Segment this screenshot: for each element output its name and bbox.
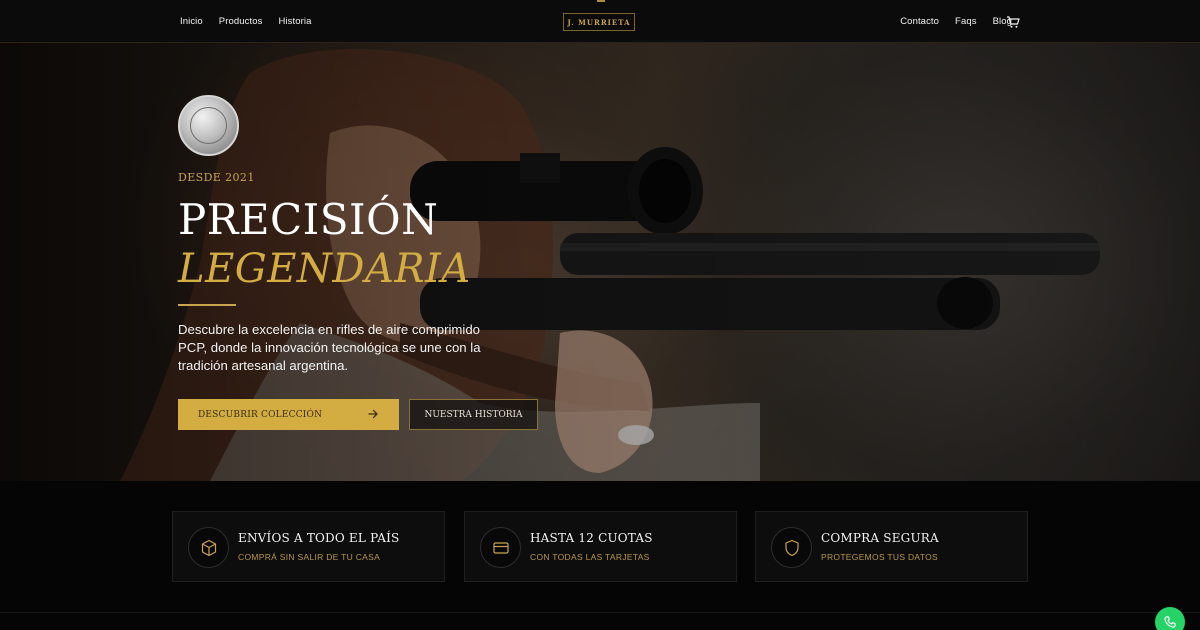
nav-link-historia[interactable]: Historia [278,16,311,27]
hero-eyebrow: DESDE 2021 [178,171,255,184]
hero-divider [178,304,236,306]
features-section: ENVÍOS A TODO EL PAÍS COMPRÁ SIN SALIR D… [0,481,1200,630]
feature-card-shipping: ENVÍOS A TODO EL PAÍS COMPRÁ SIN SALIR D… [172,511,445,582]
section-divider [0,612,1200,613]
badge-ring [190,107,227,144]
feature-title: COMPRA SEGURA [821,531,939,545]
nav-right-links: Contacto Faqs Blog [900,0,1012,43]
top-navbar: Inicio Productos Historia J. MURRIETA Co… [0,0,1200,43]
logo-accent [597,0,605,2]
nav-link-inicio[interactable]: Inicio [180,16,203,27]
cart-icon[interactable] [1006,15,1020,29]
whatsapp-icon [1164,616,1176,628]
credit-card-icon [492,541,509,554]
feature-title: ENVÍOS A TODO EL PAÍS [238,531,400,545]
shield-icon [784,539,799,556]
feature-card-secure: COMPRA SEGURA PROTEGEMOS TUS DATOS [755,511,1028,582]
heritage-seal-badge [178,95,239,156]
whatsapp-button[interactable] [1155,607,1185,630]
brand-logo-text: J. MURRIETA [567,17,631,27]
arrow-right-icon [368,409,378,419]
feature-subtitle: PROTEGEMOS TUS DATOS [821,552,938,562]
hero-title-line1: PRECISIÓN [178,195,439,244]
nav-left-links: Inicio Productos Historia [180,0,311,43]
our-history-label: NUESTRA HISTORIA [424,409,523,420]
hero-description: Descubre la excelencia en rifles de aire… [178,322,481,373]
feature-title: HASTA 12 CUOTAS [530,531,653,545]
box-icon [201,539,216,556]
nav-link-productos[interactable]: Productos [219,16,263,27]
feature-icon-wrapper [771,527,812,568]
discover-collection-button[interactable]: DESCUBRIR COLECCIÓN [178,399,399,430]
feature-icon-wrapper [188,527,229,568]
feature-card-installments: HASTA 12 CUOTAS CON TODAS LAS TARJETAS [464,511,737,582]
hero-section: DESDE 2021 PRECISIÓN LEGENDARIA Descubre… [0,43,1200,481]
nav-link-faqs[interactable]: Faqs [955,16,977,27]
hero-title-line2: LEGENDARIA [178,246,471,292]
feature-icon-wrapper [480,527,521,568]
feature-subtitle: COMPRÁ SIN SALIR DE TU CASA [238,552,381,562]
nav-link-contacto[interactable]: Contacto [900,16,939,27]
feature-subtitle: CON TODAS LAS TARJETAS [530,552,650,562]
our-history-button[interactable]: NUESTRA HISTORIA [409,399,538,430]
brand-logo[interactable]: J. MURRIETA [563,13,635,31]
discover-collection-label: DESCUBRIR COLECCIÓN [198,409,323,420]
